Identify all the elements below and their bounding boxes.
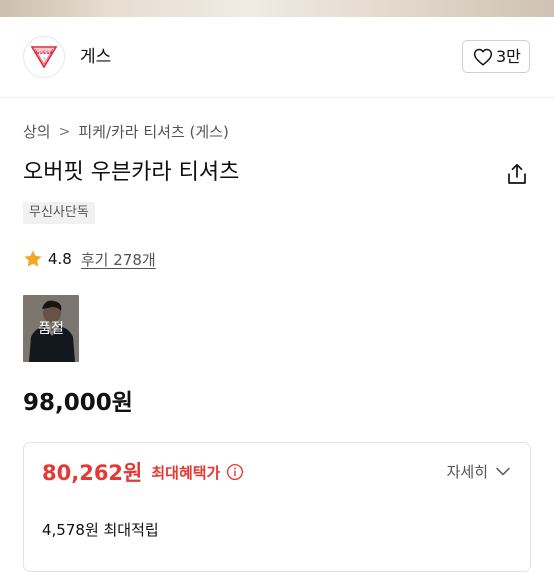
product-title: 오버핏 우븐카라 티셔츠	[23, 160, 240, 185]
benefit-header: 80,262원 최대혜택가	[42, 457, 244, 487]
breadcrumb-separator: >	[58, 124, 71, 140]
share-icon[interactable]	[505, 162, 529, 186]
exclusive-tag: 무신사단독	[23, 202, 95, 224]
rating: 4.8 후기 278개	[23, 248, 156, 270]
max-benefit-price: 80,262원	[42, 461, 143, 485]
option-thumbnail[interactable]: 품절	[23, 295, 79, 362]
details-toggle[interactable]: 자세히	[447, 461, 510, 482]
svg-text:?: ?	[43, 57, 45, 62]
brand-bar: GUESS ? 게스 3만	[0, 17, 554, 97]
divider	[0, 97, 554, 98]
like-count: 3만	[496, 47, 521, 66]
reviews-link[interactable]: 후기 278개	[81, 249, 156, 270]
points-info: 4,578원 최대적립	[42, 521, 159, 539]
rating-score: 4.8	[48, 250, 72, 268]
guess-logo-icon: GUESS ?	[31, 46, 57, 68]
details-label: 자세히	[446, 463, 488, 481]
like-button[interactable]: 3만	[462, 40, 530, 73]
soldout-label: 품절	[38, 321, 64, 337]
brand-name[interactable]: 게스	[80, 46, 111, 68]
heart-icon	[473, 48, 493, 66]
brand-logo[interactable]: GUESS ?	[23, 36, 65, 78]
breadcrumb: 상의 > 피케/카라 티셔츠 (게스)	[23, 122, 229, 142]
max-benefit-label: 최대혜택가	[151, 463, 221, 482]
hero-image	[0, 0, 554, 17]
info-icon[interactable]	[226, 463, 244, 481]
star-icon	[24, 250, 42, 267]
breadcrumb-subcategory[interactable]: 피케/카라 티셔츠 (게스)	[78, 122, 229, 142]
breadcrumb-category[interactable]: 상의	[23, 122, 51, 142]
chevron-down-icon	[496, 467, 510, 476]
benefit-box: 80,262원 최대혜택가 자세히 4,578원 최대적립	[23, 442, 531, 572]
logo-text: GUESS	[35, 50, 52, 56]
price: 98,000원	[23, 390, 133, 416]
